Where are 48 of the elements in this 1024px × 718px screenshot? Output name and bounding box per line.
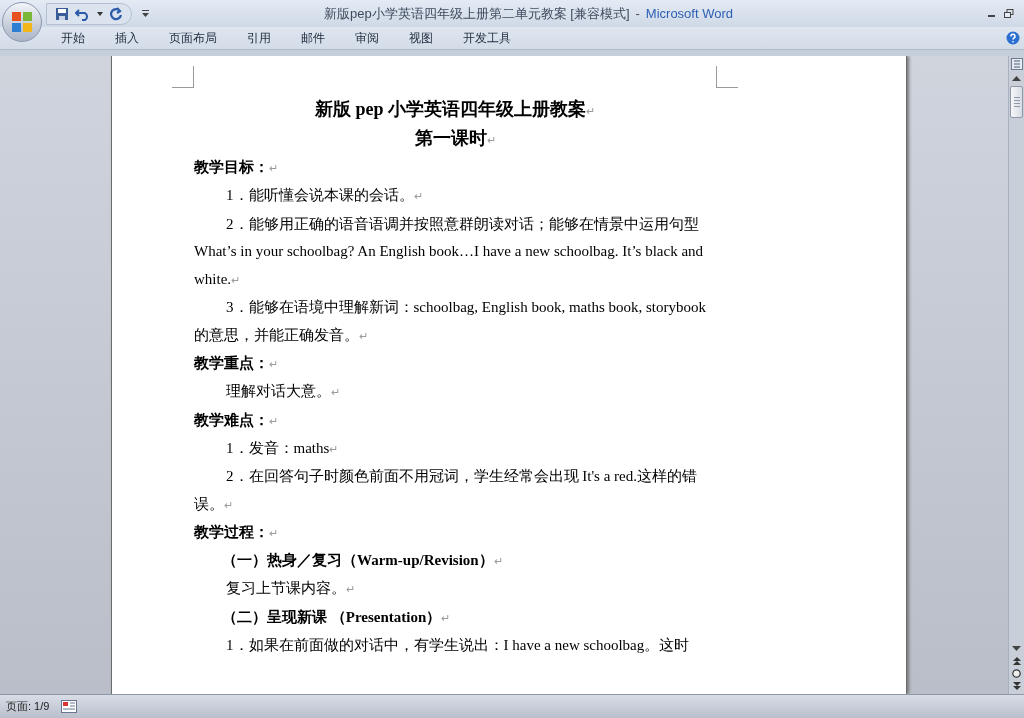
ribbon-tab[interactable]: 开始 — [50, 28, 96, 48]
body-paragraph: 理解对话大意。↵ — [226, 383, 340, 399]
browse-object-icon[interactable] — [1012, 669, 1021, 678]
subsection-heading: （二）呈现新课 （Presentation）↵ — [222, 608, 451, 625]
ribbon-tab[interactable]: 审阅 — [344, 28, 390, 48]
body-paragraph: 2．在回答句子时颜色前面不用冠词，学生经常会出现 It's a red.这样的错误。↵ — [194, 468, 697, 512]
section-heading: 教学过程：↵ — [194, 524, 278, 540]
ribbon-tab[interactable]: 插入 — [104, 28, 150, 48]
application-name: Microsoft Word — [645, 4, 733, 23]
body-paragraph: 1．发音：maths↵ — [226, 439, 339, 456]
undo-icon[interactable] — [75, 6, 91, 21]
section-heading: 教学重点：↵ — [194, 355, 278, 371]
proofing-status-icon[interactable] — [61, 700, 78, 713]
body-paragraph: 2．能够用正确的语音语调并按照意群朗读对话；能够在情景中运用句型 What’s in your schoolbag? An English book…I have a new schoolbag. It’s black and white.↵ — [194, 215, 704, 287]
scrollbar-thumb[interactable] — [1010, 86, 1023, 118]
section-heading: 教学难点：↵ — [194, 411, 278, 428]
ribbon-tab[interactable]: 邮件 — [290, 28, 336, 48]
previous-page-icon[interactable] — [1012, 657, 1021, 665]
ribbon-tab[interactable]: 开发工具 — [452, 28, 522, 48]
ribbon-tab[interactable]: 页面布局 — [158, 28, 228, 48]
ruler-toggle-icon[interactable] — [1010, 58, 1023, 70]
scroll-down-arrow-icon[interactable] — [1012, 646, 1021, 651]
body-paragraph: 1．能听懂会说本课的会话。↵ — [226, 187, 423, 203]
save-icon[interactable] — [55, 6, 69, 21]
body-paragraph: 复习上节课内容。↵ — [226, 580, 355, 596]
vertical-scrollbar[interactable] — [1008, 56, 1024, 694]
margin-corner-mark — [172, 66, 194, 88]
next-page-icon[interactable] — [1012, 682, 1021, 690]
document-title: 第一课时↵ — [414, 128, 496, 148]
redo-icon[interactable] — [109, 6, 123, 21]
subsection-heading: （一）热身／复习（Warm-up/Revision）↵ — [222, 552, 503, 568]
title-separator: - — [635, 4, 640, 23]
office-logo-icon — [11, 11, 33, 33]
body-paragraph: 1．如果在前面做的对话中，有学生说出：I have a new schoolbag。这时 — [226, 636, 690, 653]
section-heading: 教学目标：↵ — [194, 159, 278, 175]
dropdown-caret-icon[interactable] — [97, 11, 103, 16]
restore-icon[interactable] — [1004, 9, 1014, 18]
document-title: 新版 pep 小学英语四年级上册教案↵ — [315, 99, 595, 119]
office-button[interactable] — [2, 2, 42, 42]
ribbon-tab[interactable]: 引用 — [236, 28, 282, 48]
ribbon-tab[interactable]: 视图 — [398, 28, 444, 48]
window-title: 新版pep小学英语四年级上册第二单元教案 [兼容模式] — [323, 4, 630, 23]
customize-toolbar-icon[interactable] — [142, 10, 149, 17]
page-count[interactable]: 页面: 1/9 — [0, 698, 58, 715]
body-paragraph: 3．能够在语境中理解新词：schoolbag, English book, maths book, storybook 的意思，并能正确发音。↵ — [194, 299, 706, 343]
margin-corner-mark — [716, 66, 738, 88]
help-icon[interactable] — [1006, 31, 1020, 45]
scroll-up-arrow-icon[interactable] — [1012, 76, 1021, 81]
